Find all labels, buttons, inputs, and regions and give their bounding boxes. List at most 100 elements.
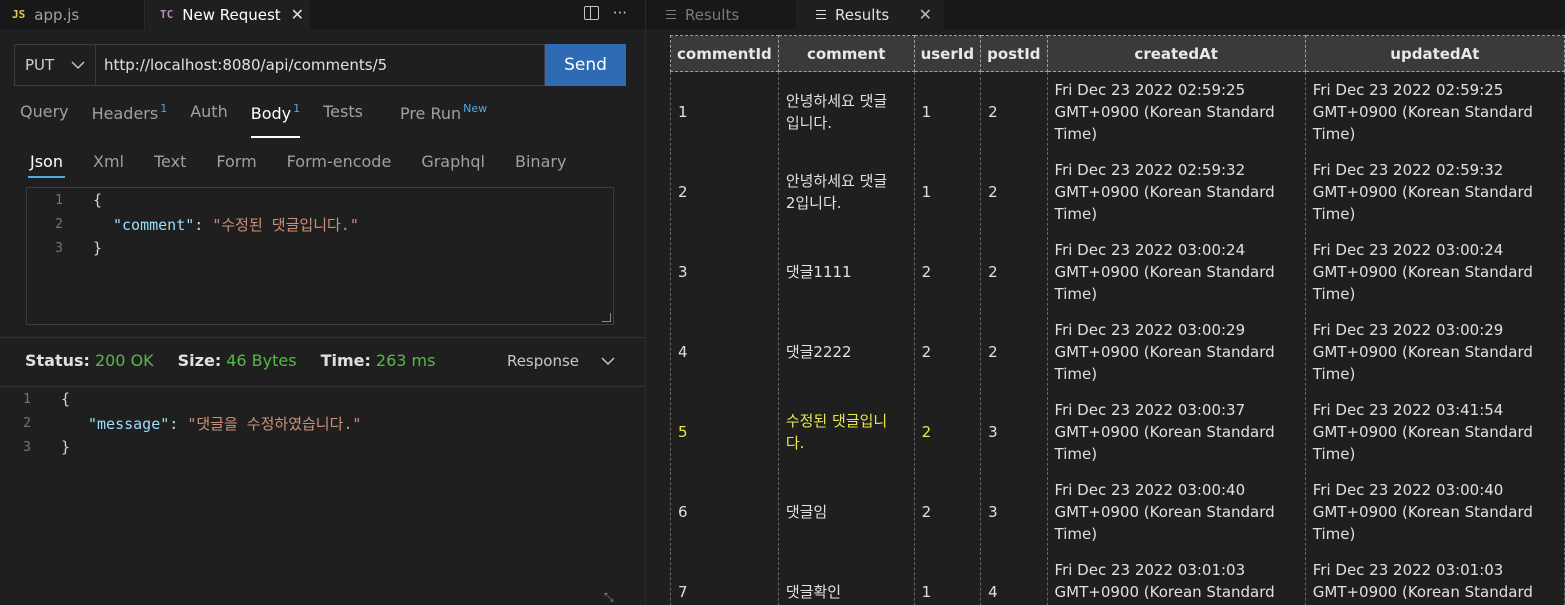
table-cell-userid[interactable]: 2 xyxy=(913,471,982,552)
cell-text: 2 xyxy=(988,342,998,361)
send-button[interactable]: Send xyxy=(545,44,626,86)
tab-results-2[interactable]: Results ✕ xyxy=(796,0,944,29)
table-cell-userid[interactable]: 2 xyxy=(913,311,982,392)
tab-binary[interactable]: Binary xyxy=(515,152,566,171)
tab-json[interactable]: Json xyxy=(28,152,65,178)
close-icon[interactable]: ✕ xyxy=(291,5,304,24)
resize-grip-icon[interactable]: ⤡ xyxy=(604,590,618,604)
table-cell-updatedat[interactable]: Fri Dec 23 2022 03:00:24 GMT+0900 (Korean… xyxy=(1304,231,1565,312)
table-cell-commentid[interactable]: 2 xyxy=(670,151,779,232)
table-cell-comment[interactable]: 안녕하세요 댓글 2입니다. xyxy=(777,151,915,232)
url-input[interactable]: http://localhost:8080/api/comments/5 xyxy=(96,44,545,86)
table-cell-commentid[interactable]: 6 xyxy=(670,471,779,552)
table-row[interactable]: 6 댓글임 2 3 Fri Dec 23 2022 03:00:40 GMT+0900 (… xyxy=(670,471,1565,552)
tab-headers[interactable]: Headers 1 xyxy=(92,102,168,132)
column-header-userid[interactable]: userId xyxy=(913,35,982,72)
table-row[interactable]: 7 댓글확인 1 4 Fri Dec 23 2022 03:01:03 GMT+0900 … xyxy=(670,551,1565,605)
tab-form[interactable]: Form xyxy=(216,152,256,171)
table-cell-postid[interactable]: 2 xyxy=(980,71,1048,152)
cell-text-line: Fri Dec 23 2022 02:59:25 xyxy=(1312,80,1504,99)
status-label: Status: xyxy=(25,351,90,370)
column-header-postid[interactable]: postId xyxy=(980,35,1048,72)
close-icon[interactable]: ✕ xyxy=(919,5,932,24)
tab-new-request[interactable]: TC New Request ✕ xyxy=(146,0,310,29)
tab-graphql[interactable]: Graphql xyxy=(421,152,485,171)
table-cell-userid[interactable]: 2 xyxy=(913,231,982,312)
table-cell-updatedat[interactable]: Fri Dec 23 2022 02:59:32 GMT+0900 (Korean… xyxy=(1304,151,1565,232)
tab-actions: ··· xyxy=(583,4,627,22)
table-cell-comment[interactable]: 댓글1111 xyxy=(777,231,915,312)
column-header-comment[interactable]: comment xyxy=(777,35,915,72)
table-row[interactable]: 2 안녕하세요 댓글 2입니다. 1 2 Fri Dec 23 2022 02:59:32… xyxy=(670,151,1565,232)
divider xyxy=(0,337,645,338)
tab-pre-run[interactable]: Pre Run New xyxy=(400,102,487,132)
cell-text-line: Fri Dec 23 2022 03:00:29 xyxy=(1312,320,1504,339)
table-cell-comment[interactable]: 댓글확인 xyxy=(777,551,915,605)
table-cell-updatedat[interactable]: Fri Dec 23 2022 03:00:40 GMT+0900 (Korean… xyxy=(1304,471,1565,552)
table-cell-createdat[interactable]: Fri Dec 23 2022 02:59:32 GMT+0900 (Korean… xyxy=(1046,151,1306,232)
table-cell-commentid[interactable]: 1 xyxy=(670,71,779,152)
table-cell-createdat[interactable]: Fri Dec 23 2022 02:59:25 GMT+0900 (Korean… xyxy=(1046,71,1306,152)
table-cell-postid[interactable]: 3 xyxy=(980,391,1048,472)
cell-text: 4 xyxy=(988,582,998,601)
table-cell-createdat[interactable]: Fri Dec 23 2022 03:00:40 GMT+0900 (Korean… xyxy=(1046,471,1306,552)
table-cell-commentid[interactable]: 3 xyxy=(670,231,779,312)
cell-text: 6 xyxy=(678,502,688,521)
column-header-updatedat[interactable]: updatedAt xyxy=(1304,35,1565,72)
table-cell-userid[interactable]: 1 xyxy=(913,551,982,605)
tab-app-js[interactable]: JS app.js xyxy=(0,0,145,29)
response-view-select[interactable]: Response xyxy=(507,352,615,370)
table-cell-updatedat[interactable]: Fri Dec 23 2022 02:59:25 GMT+0900 (Korean… xyxy=(1304,71,1565,152)
table-cell-postid[interactable]: 2 xyxy=(980,311,1048,392)
table-cell-commentid[interactable]: 7 xyxy=(670,551,779,605)
cell-text-line: Time) xyxy=(1312,124,1356,143)
table-cell-createdat[interactable]: Fri Dec 23 2022 03:00:37 GMT+0900 (Korean… xyxy=(1046,391,1306,472)
table-cell-createdat[interactable]: Fri Dec 23 2022 03:00:24 GMT+0900 (Korean… xyxy=(1046,231,1306,312)
thunder-client-icon: TC xyxy=(160,8,174,21)
tab-xml[interactable]: Xml xyxy=(93,152,124,171)
table-cell-comment[interactable]: 수정된 댓글입니 다. xyxy=(777,391,915,472)
more-actions-icon[interactable]: ··· xyxy=(613,4,627,22)
tab-auth[interactable]: Auth xyxy=(190,102,228,132)
tab-body[interactable]: Body 1 xyxy=(250,102,301,138)
cell-text-line: GMT+0900 (Korean Standard xyxy=(1312,102,1533,121)
table-cell-comment[interactable]: 댓글임 xyxy=(777,471,915,552)
table-cell-postid[interactable]: 2 xyxy=(980,231,1048,312)
cell-text-line: Fri Dec 23 2022 03:00:24 xyxy=(1054,240,1246,259)
resize-grip-icon[interactable] xyxy=(602,313,611,322)
count-badge: 1 xyxy=(160,102,168,115)
time-label: Time: xyxy=(320,351,371,370)
table-cell-userid[interactable]: 1 xyxy=(913,71,982,152)
column-header-createdat[interactable]: createdAt xyxy=(1046,35,1306,72)
table-cell-createdat[interactable]: Fri Dec 23 2022 03:00:29 GMT+0900 (Korean… xyxy=(1046,311,1306,392)
column-header-commentid[interactable]: commentId xyxy=(670,35,779,72)
line-number: 2 xyxy=(23,415,31,431)
cell-text-line: Time) xyxy=(1312,284,1356,303)
method-select[interactable]: PUT xyxy=(14,44,96,86)
table-cell-postid[interactable]: 2 xyxy=(980,151,1048,232)
table-row[interactable]: 5 수정된 댓글입니 다. 2 3 Fri Dec 23 2022 03:00:37 GMT… xyxy=(670,391,1565,472)
cell-text: 2 xyxy=(921,342,932,361)
body-editor[interactable]: 1 { 2 "comment": "수정된 댓글입니다." 3 } xyxy=(26,187,614,325)
table-cell-userid[interactable]: 2 xyxy=(913,391,982,472)
table-cell-updatedat[interactable]: Fri Dec 23 2022 03:00:29 GMT+0900 (Korean… xyxy=(1304,311,1565,392)
table-cell-comment[interactable]: 댓글2222 xyxy=(777,311,915,392)
table-cell-userid[interactable]: 1 xyxy=(913,151,982,232)
tab-text[interactable]: Text xyxy=(154,152,186,171)
tab-form-encode[interactable]: Form-encode xyxy=(287,152,392,171)
table-cell-commentid[interactable]: 4 xyxy=(670,311,779,392)
table-cell-comment[interactable]: 안녕하세요 댓글 입니다. xyxy=(777,71,915,152)
table-cell-createdat[interactable]: Fri Dec 23 2022 03:01:03 GMT+0900 (Korean… xyxy=(1046,551,1306,605)
table-row[interactable]: 1 안녕하세요 댓글 입니다. 1 2 Fri Dec 23 2022 02:59:25 G… xyxy=(670,71,1565,152)
table-cell-commentid[interactable]: 5 xyxy=(670,391,779,472)
table-cell-postid[interactable]: 4 xyxy=(980,551,1048,605)
table-row[interactable]: 3 댓글1111 2 2 Fri Dec 23 2022 03:00:24 GMT+090… xyxy=(670,231,1565,312)
table-cell-updatedat[interactable]: Fri Dec 23 2022 03:01:03 GMT+0900 (Korean… xyxy=(1304,551,1565,605)
tab-query[interactable]: Query xyxy=(20,102,69,132)
table-row[interactable]: 4 댓글2222 2 2 Fri Dec 23 2022 03:00:29 GMT+090… xyxy=(670,311,1565,392)
tab-results-1[interactable]: Results xyxy=(646,0,794,29)
split-editor-icon[interactable] xyxy=(583,6,599,20)
tab-tests[interactable]: Tests xyxy=(323,102,363,132)
table-cell-postid[interactable]: 3 xyxy=(980,471,1048,552)
table-cell-updatedat[interactable]: Fri Dec 23 2022 03:41:54 GMT+0900 (Korean… xyxy=(1304,391,1565,472)
